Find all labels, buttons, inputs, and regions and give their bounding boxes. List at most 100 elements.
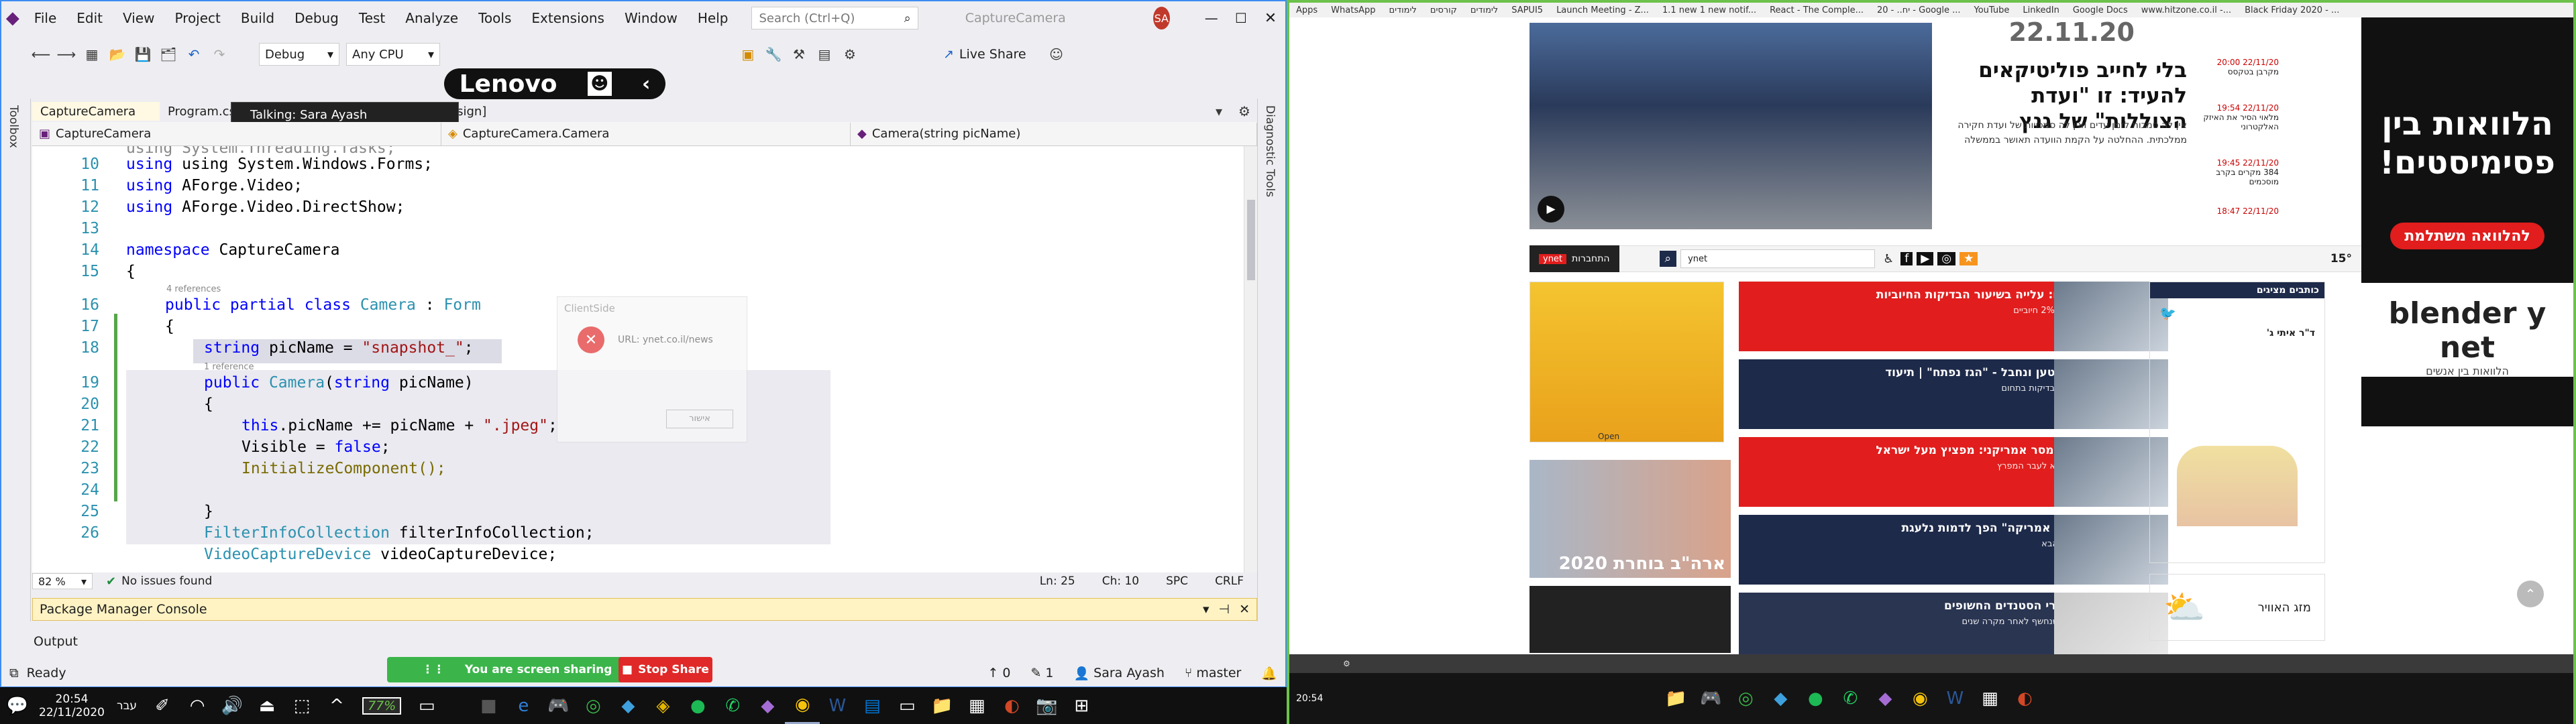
windows-start-icon[interactable]: ⊞ [1064, 687, 1099, 724]
maximize-icon[interactable]: ☐ [1226, 1, 1256, 35]
close-icon[interactable]: ✕ [1239, 602, 1250, 617]
ticker-text[interactable]: מקרבן בטקסס [2192, 67, 2279, 76]
stop-share-button[interactable]: ■ Stop Share [619, 657, 712, 682]
diagnostic-strip[interactable]: Diagnostic Tools [1257, 99, 1285, 621]
live-share-button[interactable]: ↗ Live Share [943, 47, 1026, 62]
tab-overflow-icon[interactable]: ▾ [1209, 101, 1229, 121]
election-promo[interactable]: ארה"ב בוחרת 2020 [1529, 460, 1731, 578]
scroll-top-icon[interactable]: ⌃ [2517, 581, 2544, 607]
drag-handle-icon[interactable]: ⋮⋮ [422, 663, 445, 676]
taskbar-app-icon[interactable]: ◐ [994, 687, 1029, 724]
calculator-icon[interactable]: ▦ [1972, 680, 2007, 717]
menu-debug[interactable]: Debug [284, 1, 349, 35]
menu-analyze[interactable]: Analyze [395, 1, 468, 35]
references-hint[interactable]: 1 reference [204, 362, 254, 372]
clock[interactable]: 20:54 22/11/2020 [35, 692, 109, 719]
menu-help[interactable]: Help [688, 1, 739, 35]
feedback-icon[interactable]: ☺ [1046, 44, 1067, 64]
layout-icon[interactable]: ▤ [814, 44, 835, 64]
tool-icon[interactable]: ▣ [738, 44, 758, 64]
lenovo-overlay[interactable]: Lenovo ☻ ‹ [444, 68, 665, 99]
dialog-ok-button[interactable]: אישור [666, 410, 733, 428]
nav-project[interactable]: ▣ CaptureCamera [32, 122, 441, 145]
author-name[interactable]: ד"ר איתי ג' [2150, 328, 2324, 339]
ad-cta-button[interactable]: להלוואה משתלמת [2390, 223, 2544, 249]
side-ad[interactable]: הלוואות בין פסימיסטים! להלוואה משתלמת bl… [2361, 17, 2573, 426]
taskbar-app-icon[interactable]: ◐ [2007, 680, 2042, 717]
whatsapp-icon[interactable]: ✆ [715, 687, 750, 724]
settings-icon[interactable]: ⚙ [1343, 659, 1350, 668]
taskbar-app-icon[interactable]: ◆ [1763, 680, 1798, 717]
hammer-icon[interactable]: ⚒ [789, 44, 809, 64]
author-photo[interactable] [2177, 446, 2298, 526]
chrome-icon[interactable]: ◉ [1902, 680, 1937, 717]
chevron-down-icon[interactable]: ▾ [1203, 602, 1210, 617]
toolbox-strip[interactable]: Toolbox [1, 99, 31, 621]
menu-project[interactable]: Project [164, 1, 230, 35]
folder-icon[interactable]: 📁 [924, 687, 959, 724]
output-tab[interactable]: Output [32, 631, 1257, 652]
new-project-icon[interactable]: ▦ [82, 44, 102, 64]
word-icon[interactable]: W [820, 687, 855, 724]
bookmark[interactable]: Black Friday 2020 - ... [2238, 5, 2346, 15]
weather-box[interactable]: ⛅ מזג האוויר [2149, 574, 2325, 641]
bookmark[interactable]: www.hitzone.co.il -... [2135, 5, 2238, 15]
ticker-text[interactable]: מלאוי הסיר את האיזק האלקטרוני [2192, 113, 2279, 131]
config-select[interactable]: Debug ▾ [259, 43, 339, 66]
notification-icon[interactable]: 🔔 [1261, 666, 1277, 681]
minimize-icon[interactable]: — [1197, 1, 1226, 35]
close-icon[interactable]: ✕ [1256, 1, 1285, 35]
login-button[interactable]: ynet התחברות [1529, 245, 1619, 272]
back-icon[interactable]: ⟵ [31, 44, 51, 64]
promo-box[interactable] [1529, 282, 1724, 442]
pin-icon[interactable]: ⊣ [1219, 602, 1230, 617]
action-center-icon[interactable]: 💬 [0, 687, 35, 724]
search-box[interactable]: Search (Ctrl+Q) ⌕ [751, 7, 918, 29]
user-avatar[interactable]: SA [1152, 7, 1170, 29]
wrench-icon[interactable]: 🔧 [763, 44, 784, 64]
taskbar-app-icon[interactable]: ◎ [1728, 680, 1763, 717]
bookmark[interactable]: 20 - ..יח - Google ... [1870, 5, 1968, 15]
open-file-icon[interactable]: 📂 [107, 44, 127, 64]
calculator-icon[interactable]: ▦ [959, 687, 994, 724]
ticker-text[interactable]: 384 מקרים בקרב מוסכמים [2192, 168, 2279, 186]
tablet-icon[interactable]: ▭ [409, 687, 444, 724]
site-search-input[interactable]: ynet [1680, 249, 1876, 268]
accessibility-icon[interactable]: ♿ [1883, 252, 1894, 266]
spotify-icon[interactable]: ● [680, 687, 715, 724]
video-promo[interactable] [1529, 586, 1731, 653]
instagram-icon[interactable]: ◎ [1937, 252, 1956, 265]
bookmark[interactable]: LinkedIn [2016, 5, 2065, 15]
network-icon[interactable]: ⬚ [284, 687, 319, 724]
bookmark[interactable]: Launch Meeting - Z... [1550, 5, 1656, 15]
bookmark[interactable]: YouTube [1968, 5, 2017, 15]
nav-class[interactable]: ◈ CaptureCamera.Camera [441, 122, 851, 145]
save-icon[interactable]: 💾 [133, 44, 153, 64]
taskbar-app-icon[interactable]: 🎮 [1693, 680, 1728, 717]
undo-icon[interactable]: ↶ [184, 44, 204, 64]
stop-icon[interactable]: ■ [471, 687, 506, 724]
vertical-scrollbar[interactable] [1244, 146, 1257, 572]
taskbar-app-icon[interactable]: ◈ [645, 687, 680, 724]
spacing-indicator[interactable]: SPC [1166, 575, 1188, 588]
taskbar-app-icon[interactable]: ▤ [855, 687, 890, 724]
settings-icon[interactable]: ⚙ [840, 44, 860, 64]
word-icon[interactable]: W [1937, 680, 1972, 717]
package-manager-console-header[interactable]: Package Manager Console ▾ ⊣ ✕ [32, 598, 1257, 621]
bookmark[interactable]: לימודים [1464, 5, 1505, 15]
volume-icon[interactable]: 🔊 [215, 687, 250, 724]
taskbar-app-icon[interactable]: 📷 [1029, 687, 1064, 724]
bookmark[interactable]: Apps [1289, 5, 1324, 15]
secondary-clock[interactable]: 20:54 [1296, 693, 1323, 704]
taskbar-app-icon[interactable]: ◎ [576, 687, 610, 724]
pen-icon[interactable]: ✐ [145, 687, 180, 724]
bookmark[interactable]: לימודים [1383, 5, 1424, 15]
usb-icon[interactable]: ⏏ [250, 687, 284, 724]
wifi-icon[interactable]: ◠ [180, 687, 215, 724]
menu-extensions[interactable]: Extensions [521, 1, 614, 35]
menu-test[interactable]: Test [349, 1, 395, 35]
status-user[interactable]: Sara Ayash [1093, 666, 1165, 680]
visual-studio-icon[interactable]: ◆ [1868, 680, 1902, 717]
references-hint[interactable]: 4 references [166, 284, 221, 294]
menu-edit[interactable]: Edit [66, 1, 113, 35]
